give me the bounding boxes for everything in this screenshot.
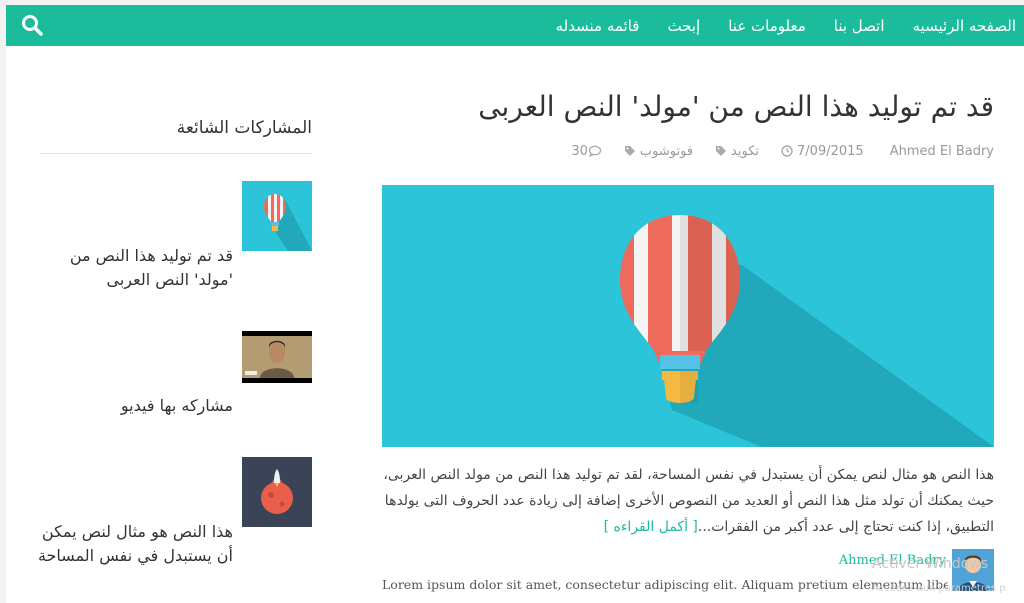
video-thumbnail[interactable]	[242, 331, 312, 383]
balloon-thumbnail[interactable]	[242, 181, 312, 251]
popular-posts-heading: المشاركات الشائعة	[176, 118, 312, 138]
popular-post-title-1[interactable]: قد تم توليد هذا النص من 'مولد' النص العر…	[33, 244, 233, 292]
windows-activation-subtext: Accédez aux paramètres p	[872, 583, 1006, 594]
top-navbar: الصفحه الرئيسيه اتصل بنا معلومات عنا إبح…	[6, 5, 1024, 46]
meta-comments[interactable]: 30	[567, 144, 602, 159]
post-title[interactable]: قد تم توليد هذا النص من 'مولد' النص العر…	[478, 90, 994, 123]
post-excerpt: هذا النص هو مثال لنص يمكن أن يستبدل في ن…	[382, 462, 994, 540]
post-body-preview: Lorem ipsum dolor sit amet, consectetur …	[382, 577, 948, 592]
meta-date-text: 7/09/2015	[797, 143, 864, 159]
post-meta: Ahmed El Badry 7/09/2015 تكويد فوتوشوب 3…	[545, 142, 994, 160]
tag-icon	[624, 146, 635, 156]
clock-icon	[781, 145, 793, 157]
nav-item-about[interactable]: معلومات عنا	[728, 17, 806, 35]
popular-post-title-2[interactable]: مشاركه بها فيديو	[33, 394, 233, 418]
nav-item-home[interactable]: الصفحه الرئيسيه	[913, 17, 1017, 35]
meta-author-name: Ahmed El Badry	[889, 143, 994, 159]
nav-item-contact[interactable]: اتصل بنا	[834, 17, 885, 35]
main-menu: الصفحه الرئيسيه اتصل بنا معلومات عنا إبح…	[528, 5, 1016, 46]
meta-tag-text: فوتوشوب	[639, 143, 694, 159]
rocket-planet-thumbnail[interactable]	[242, 457, 312, 527]
popular-post-title-3[interactable]: هذا النص هو مثال لنص يمكن أن يستبدل في ن…	[33, 520, 233, 568]
meta-comments-count: 30	[571, 143, 588, 159]
meta-date: 7/09/2015	[781, 144, 864, 159]
sidebar-divider	[40, 153, 312, 154]
post-featured-image[interactable]	[382, 185, 994, 447]
comment-icon	[588, 145, 602, 157]
read-more-link[interactable]: [ أكمل القراءه ]	[604, 519, 698, 535]
windows-activation-watermark: Activer Windows	[872, 556, 989, 572]
meta-tag-2[interactable]: فوتوشوب	[624, 144, 693, 159]
tag-icon	[716, 146, 727, 156]
meta-tag-1[interactable]: تكويد	[715, 144, 759, 159]
nav-item-search[interactable]: إبحث	[667, 17, 700, 35]
page-content: قد تم توليد هذا النص من 'مولد' النص العر…	[6, 46, 1024, 603]
meta-author[interactable]: Ahmed El Badry	[886, 144, 994, 159]
nav-item-dropdown[interactable]: قائمه منسدله	[556, 17, 640, 35]
meta-tag-text: تكويد	[731, 143, 760, 159]
hot-air-balloon-illustration	[620, 215, 994, 447]
search-icon[interactable]	[20, 13, 44, 37]
